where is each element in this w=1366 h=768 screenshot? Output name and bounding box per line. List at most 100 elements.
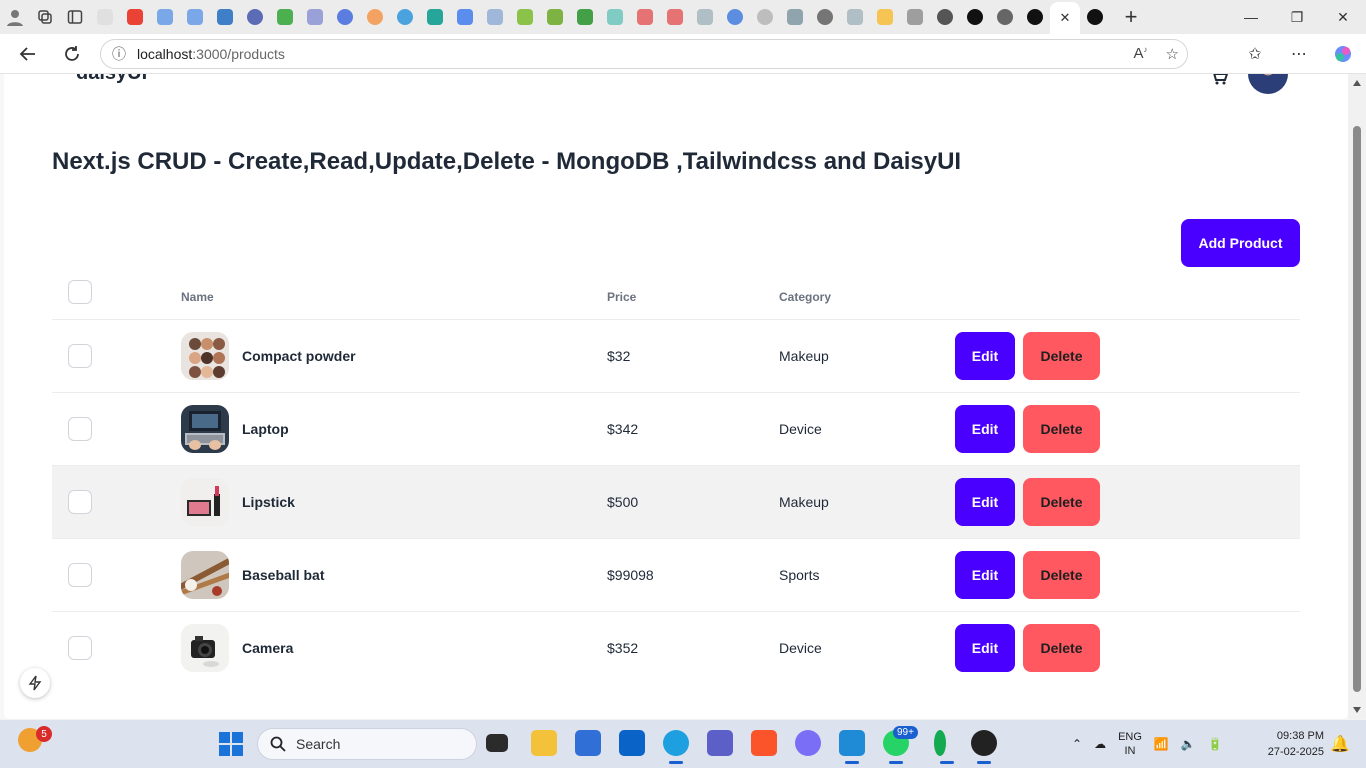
mongodb-icon[interactable] — [934, 730, 954, 764]
start-button[interactable] — [219, 732, 243, 756]
row-checkbox[interactable] — [68, 563, 92, 587]
tab-favicon[interactable] — [900, 2, 930, 32]
site-info-icon[interactable]: ⓘ — [101, 44, 137, 64]
edit-button[interactable]: Edit — [955, 478, 1015, 526]
add-product-button[interactable]: Add Product — [1181, 219, 1300, 267]
select-all-checkbox[interactable] — [68, 280, 92, 304]
copilot-icon[interactable] — [1328, 39, 1358, 69]
tab-github[interactable] — [930, 2, 960, 32]
brave-icon[interactable] — [751, 730, 777, 756]
edit-button[interactable]: Edit — [955, 405, 1015, 453]
new-tab-button[interactable]: + — [1116, 2, 1146, 32]
edit-button[interactable]: Edit — [955, 551, 1015, 599]
vscode-icon[interactable] — [839, 730, 865, 764]
tab-favicon[interactable] — [480, 2, 510, 32]
copilot-app-icon[interactable] — [795, 730, 821, 756]
delete-button[interactable]: Delete — [1023, 478, 1100, 526]
product-image — [181, 478, 229, 526]
row-checkbox[interactable] — [68, 417, 92, 441]
profile-icon[interactable] — [0, 2, 30, 32]
tab-favicon[interactable] — [330, 2, 360, 32]
tab-favicon[interactable] — [510, 2, 540, 32]
tab-favicon[interactable] — [360, 2, 390, 32]
tab-favicon[interactable] — [600, 2, 630, 32]
minimize-icon[interactable]: — — [1228, 0, 1274, 34]
delete-button[interactable]: Delete — [1023, 624, 1100, 672]
product-price: $99098 — [607, 567, 654, 583]
tab-favicon[interactable] — [90, 2, 120, 32]
notification-bell-icon[interactable]: 🔔 — [1330, 734, 1350, 754]
tab-vercel[interactable] — [1080, 2, 1110, 32]
tab-favicon[interactable] — [570, 2, 600, 32]
onedrive-icon[interactable]: ☁ — [1094, 737, 1106, 751]
row-checkbox[interactable] — [68, 636, 92, 660]
tab-favicon[interactable] — [300, 2, 330, 32]
edge-icon[interactable] — [663, 730, 689, 764]
tab-favicon[interactable] — [210, 2, 240, 32]
delete-button[interactable]: Delete — [1023, 551, 1100, 599]
read-aloud-icon[interactable]: A♪ — [1134, 45, 1148, 63]
favorites-icon[interactable]: ✩ — [1240, 39, 1270, 69]
delete-button[interactable]: Delete — [1023, 405, 1100, 453]
clock[interactable]: 09:38 PM 27-02-2025 — [1266, 728, 1324, 760]
tab-favicon[interactable] — [750, 2, 780, 32]
cart-icon[interactable] — [1210, 74, 1228, 85]
tab-vercel[interactable] — [990, 2, 1020, 32]
tab-favicon[interactable] — [810, 2, 840, 32]
chatgpt-icon[interactable] — [971, 730, 997, 764]
tab-favicon[interactable] — [660, 2, 690, 32]
tab-favicon[interactable] — [240, 2, 270, 32]
taskbar-search[interactable]: Search — [257, 728, 477, 760]
tab-favicon[interactable] — [840, 2, 870, 32]
favorite-star-icon[interactable]: ☆ — [1166, 45, 1179, 63]
wifi-icon[interactable]: 📶 — [1154, 737, 1169, 751]
page-viewport: daisyUI Next.js CRUD - Create,Read,Updat… — [0, 74, 1366, 719]
tab-favicon[interactable] — [270, 2, 300, 32]
file-explorer-icon[interactable] — [486, 734, 508, 752]
store-icon[interactable] — [575, 730, 601, 756]
tab-vercel[interactable] — [1020, 2, 1050, 32]
back-icon[interactable] — [10, 36, 46, 72]
teams-icon[interactable] — [707, 730, 733, 756]
volume-icon[interactable]: 🔈 — [1181, 737, 1196, 751]
tab-favicon[interactable] — [150, 2, 180, 32]
tab-actions-icon[interactable] — [60, 2, 90, 32]
tab-close-icon[interactable]: ✕ — [1060, 10, 1071, 26]
language-indicator[interactable]: ENG IN — [1118, 730, 1142, 758]
tab-active[interactable]: ✕ — [1050, 2, 1080, 34]
more-menu-icon[interactable]: ⋯ — [1284, 39, 1314, 69]
outlook-icon[interactable] — [619, 730, 645, 756]
tab-favicon[interactable] — [390, 2, 420, 32]
row-checkbox[interactable] — [68, 344, 92, 368]
edit-button[interactable]: Edit — [955, 624, 1015, 672]
tab-favicon[interactable] — [630, 2, 660, 32]
page-scrollbar[interactable] — [1348, 74, 1366, 719]
weather-widget-icon[interactable]: 5 — [18, 726, 52, 756]
tab-gmail[interactable] — [120, 2, 150, 32]
tab-favicon[interactable] — [420, 2, 450, 32]
tab-favicon[interactable] — [720, 2, 750, 32]
url-text[interactable]: localhost:3000/products — [137, 46, 285, 62]
tab-favicon[interactable] — [870, 2, 900, 32]
tab-favicon[interactable] — [690, 2, 720, 32]
maximize-icon[interactable]: ❐ — [1274, 0, 1320, 34]
tab-favicon[interactable] — [780, 2, 810, 32]
delete-button[interactable]: Delete — [1023, 332, 1100, 380]
nextjs-dev-indicator-icon[interactable] — [20, 668, 50, 698]
address-bar[interactable]: ⓘ localhost:3000/products A♪ ☆ — [100, 39, 1188, 69]
chevron-up-icon[interactable]: ⌃ — [1072, 737, 1082, 751]
tab-favicon[interactable] — [540, 2, 570, 32]
close-window-icon[interactable]: ✕ — [1320, 0, 1366, 34]
refresh-icon[interactable] — [54, 36, 90, 72]
tab-favicon[interactable] — [180, 2, 210, 32]
workspaces-icon[interactable] — [30, 2, 60, 32]
tab-favicon[interactable] — [450, 2, 480, 32]
brand-logo[interactable]: daisyUI — [76, 74, 147, 85]
avatar[interactable] — [1248, 74, 1288, 94]
edit-button[interactable]: Edit — [955, 332, 1015, 380]
battery-icon[interactable]: 🔋 — [1208, 737, 1223, 751]
page-title: Next.js CRUD - Create,Read,Update,Delete… — [52, 148, 962, 175]
folder-icon[interactable] — [531, 730, 557, 756]
row-checkbox[interactable] — [68, 490, 92, 514]
tab-vercel[interactable] — [960, 2, 990, 32]
